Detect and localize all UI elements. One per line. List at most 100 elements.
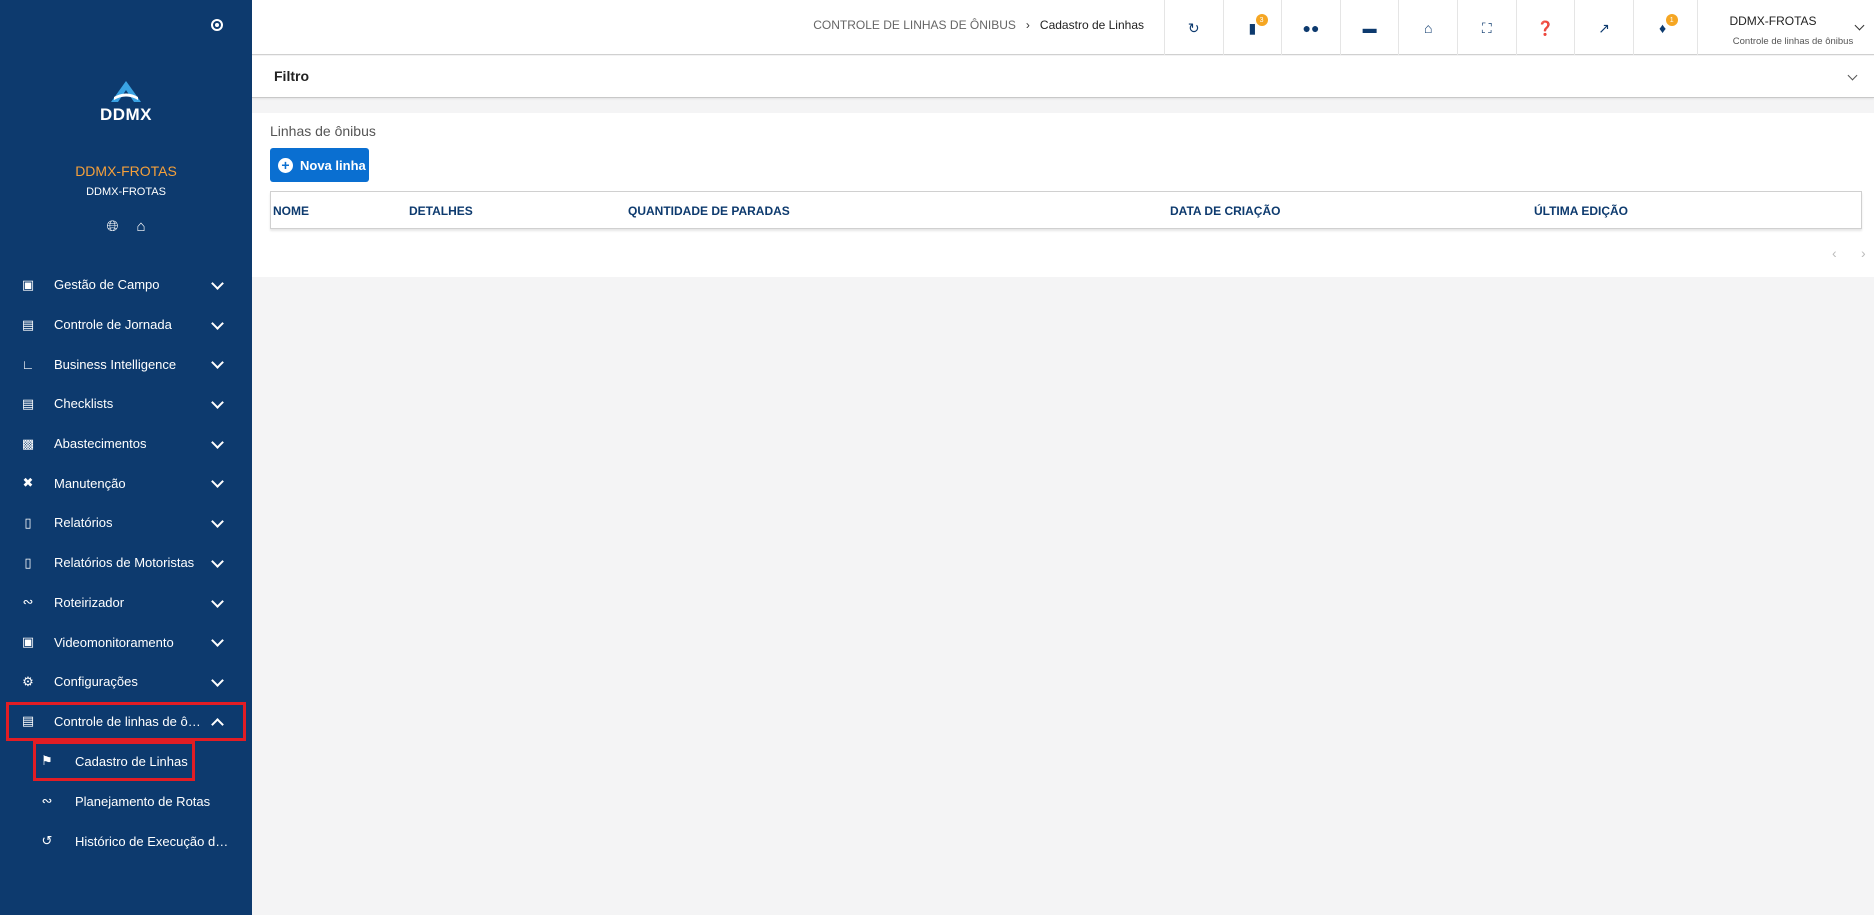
filter-title: Filtro xyxy=(274,68,309,84)
sidebar-item-label: Controle de linhas de ônibus xyxy=(54,713,206,729)
training-button[interactable]: ⌂ xyxy=(1398,0,1457,55)
chevron-down-icon xyxy=(1854,20,1865,31)
chevron-down-icon xyxy=(211,674,224,687)
sidebar-item-label: Checklists xyxy=(54,396,114,412)
map-marked-icon: ⚑ xyxy=(41,753,53,769)
chevron-down-icon xyxy=(211,475,224,489)
chevron-down-icon xyxy=(211,594,224,608)
chevron-down-icon xyxy=(211,356,224,370)
chevron-right-icon: › xyxy=(1025,18,1030,32)
new-line-button[interactable]: + Nova linha xyxy=(270,148,369,182)
route-icon: ∾ xyxy=(22,594,34,610)
sidebar-item-controle-de-jornada[interactable]: ▤ Controle de Jornada xyxy=(0,305,252,345)
sidebar-item-label: Controle de Jornada xyxy=(54,317,172,333)
notifications-badge: 1 xyxy=(1665,14,1678,26)
fullscreen-icon: ⛶ xyxy=(1481,19,1492,36)
sidebar-item-relatorios-de-motoristas[interactable]: ▯ Relatórios de Motoristas xyxy=(0,543,252,583)
submenu-item-planejamento-de-rotas[interactable]: ∾ Planejamento de Rotas xyxy=(0,781,252,821)
clipboard-icon: ▤ xyxy=(21,395,35,411)
bus-icon: ▤ xyxy=(21,713,35,729)
chat-badge: 3 xyxy=(1255,14,1268,26)
user-menu[interactable]: DDMX-FROTAS Controle de linhas de ônibus xyxy=(1697,0,1874,55)
column-header-quantidade-de-paradas[interactable]: QUANTIDADE DE PARADAS xyxy=(628,204,790,218)
camera-icon: ▣ xyxy=(21,634,35,650)
folder-icon: ▬ xyxy=(1362,19,1377,36)
sidebar-item-abastecimentos[interactable]: ▩ Abastecimentos xyxy=(0,424,252,464)
external-link-icon: ↗ xyxy=(1598,19,1610,36)
sidebar-menu: ▣ Gestão de Campo ▤ Controle de Jornada … xyxy=(0,265,252,861)
sidebar-item-label: Abastecimentos xyxy=(54,436,147,452)
chevron-down-icon xyxy=(211,277,224,290)
sidebar-item-relatorios[interactable]: ▯ Relatórios xyxy=(0,503,252,543)
sidebar-item-label: Business Intelligence xyxy=(54,356,177,372)
chevron-down-icon xyxy=(211,396,224,409)
fullscreen-button[interactable]: ⛶ xyxy=(1456,0,1516,55)
breadcrumb-parent[interactable]: CONTROLE DE LINHAS DE ÔNIBUS xyxy=(813,18,1016,32)
route-icon: ∾ xyxy=(41,793,53,809)
chart-line-icon: ∟ xyxy=(21,356,35,372)
sidebar-item-gestao-de-campo[interactable]: ▣ Gestão de Campo xyxy=(0,265,252,305)
logo-mark-icon xyxy=(111,81,141,102)
sidebar-quick-links: 🌐︎ ⌂ xyxy=(0,218,252,236)
pager-next-button[interactable]: › xyxy=(1861,245,1866,261)
column-header-data-de-criacao[interactable]: DATA DE CRIAÇÃO xyxy=(1170,204,1280,218)
topbar-icons: ↻ ▮ 3 ●● ▬ ⌂ ⛶ ❓ ↗ ♦ 1 xyxy=(1164,0,1691,55)
breadcrumb: CONTROLE DE LINHAS DE ÔNIBUS › Cadastro … xyxy=(813,18,1144,32)
chevron-down-icon xyxy=(211,515,224,528)
logo-text: DDMX xyxy=(99,105,153,124)
sidebar-item-business-intelligence[interactable]: ∟ Business Intelligence xyxy=(0,344,252,384)
notifications-button[interactable]: ♦ 1 xyxy=(1632,0,1692,55)
submenu-item-cadastro-de-linhas[interactable]: ⚑ Cadastro de Linhas xyxy=(33,741,195,782)
users-icon: ●● xyxy=(1302,19,1320,36)
help-button[interactable]: ❓ xyxy=(1515,0,1575,55)
sidebar-item-label: Relatórios de Motoristas xyxy=(54,555,195,571)
filter-panel[interactable]: Filtro xyxy=(252,56,1874,98)
users-button[interactable]: ●● xyxy=(1281,0,1340,55)
globe-icon[interactable]: 🌐︎ xyxy=(106,218,118,236)
topbar: CONTROLE DE LINHAS DE ÔNIBUS › Cadastro … xyxy=(252,0,1874,55)
file-icon: ▯ xyxy=(24,514,32,530)
refresh-button[interactable]: ↻ xyxy=(1164,0,1223,55)
sidebar-toggle-icon[interactable] xyxy=(211,19,223,31)
fuel-icon: ▩ xyxy=(21,435,35,451)
sidebar-item-label: Configurações xyxy=(54,674,138,690)
column-header-detalhes[interactable]: DETALHES xyxy=(409,204,473,218)
sidebar-item-label: Relatórios xyxy=(54,515,113,531)
sidebar-item-manutencao[interactable]: ✖ Manutenção xyxy=(0,463,252,503)
chevron-down-icon xyxy=(211,634,224,648)
submenu-item-label: Planejamento de Rotas xyxy=(75,793,211,809)
submenu-item-historico-de-execucao[interactable]: ↺ Histórico de Execução de Rotas xyxy=(0,821,252,861)
column-header-nome[interactable]: NOME xyxy=(273,204,309,218)
refresh-icon: ↻ xyxy=(1187,19,1200,36)
external-link-button[interactable]: ↗ xyxy=(1574,0,1633,55)
chevron-up-icon xyxy=(211,717,224,731)
graduation-cap-icon: ⌂ xyxy=(1423,19,1433,36)
submenu-item-label: Cadastro de Linhas xyxy=(75,753,188,769)
sidebar-item-checklists[interactable]: ▤ Checklists xyxy=(0,384,252,424)
tools-icon: ✖ xyxy=(22,475,34,491)
help-icon: ❓ xyxy=(1536,19,1555,36)
home-icon[interactable]: ⌂ xyxy=(136,218,145,236)
chevron-down-icon xyxy=(211,435,224,449)
sidebar-item-roteirizador[interactable]: ∾ Roteirizador xyxy=(0,583,252,623)
user-context: Controle de linhas de ônibus xyxy=(1732,36,1854,47)
sidebar-item-configuracoes[interactable]: ⚙ Configurações xyxy=(0,662,252,702)
logo: DDMX xyxy=(96,80,156,130)
org-subtitle: DDMX-FROTAS xyxy=(86,186,166,198)
org-name: DDMX-FROTAS xyxy=(75,163,177,179)
bus-lines-card: Linhas de ônibus + Nova linha NOME DETAL… xyxy=(252,113,1874,277)
submenu-item-label: Histórico de Execução de Rotas xyxy=(75,833,232,849)
sidebar-item-label: Roteirizador xyxy=(54,594,125,610)
chat-button[interactable]: ▮ 3 xyxy=(1222,0,1282,55)
sidebar-item-label: Videomonitoramento xyxy=(54,634,174,650)
sidebar-item-videomonitoramento[interactable]: ▣ Videomonitoramento xyxy=(0,622,252,662)
pager-prev-button[interactable]: ‹ xyxy=(1832,245,1837,261)
sidebar-item-label: Manutenção xyxy=(54,475,126,491)
id-card-icon: ▤ xyxy=(21,316,35,332)
chevron-down-icon xyxy=(211,554,224,568)
folder-button[interactable]: ▬ xyxy=(1339,0,1399,55)
column-header-ultima-edicao[interactable]: ÚLTIMA EDIÇÃO xyxy=(1534,204,1628,218)
sidebar-item-controle-de-linhas-de-onibus[interactable]: ▤ Controle de linhas de ônibus xyxy=(6,701,246,742)
bus-lines-table: NOME DETALHES QUANTIDADE DE PARADAS DATA… xyxy=(270,191,1862,229)
user-name: DDMX-FROTAS xyxy=(1729,14,1817,28)
